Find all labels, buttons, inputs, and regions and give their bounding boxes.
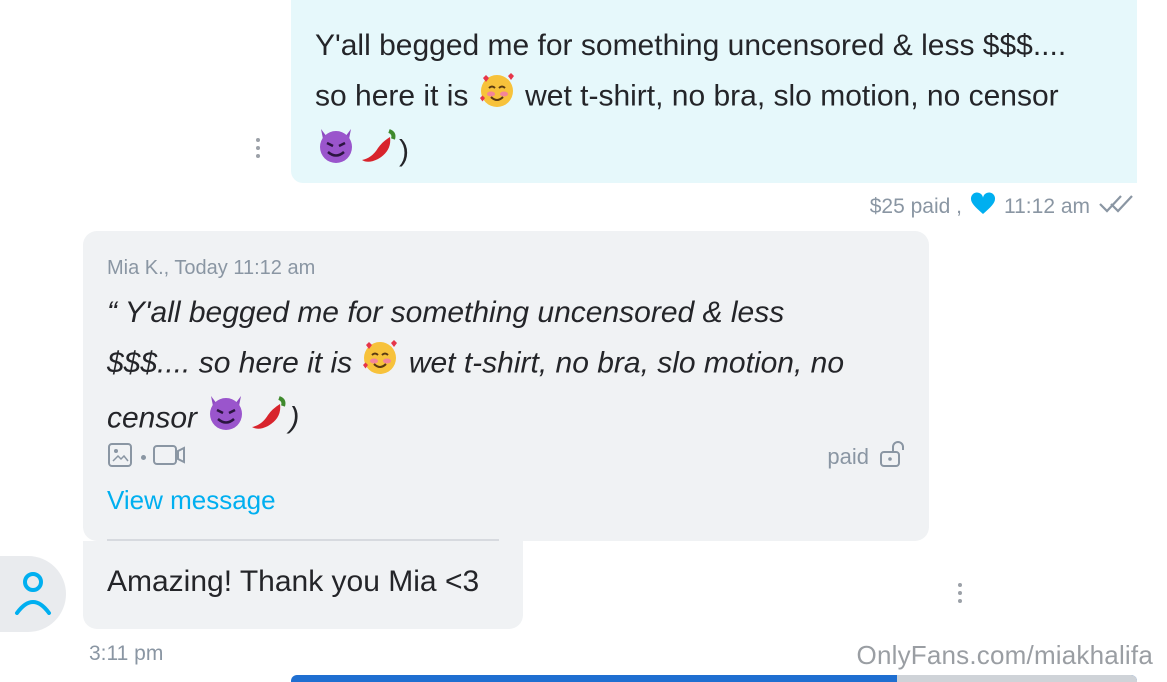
reply-more-options-icon[interactable] <box>958 583 962 603</box>
next-message-thumbnail <box>897 675 1137 682</box>
outgoing-line-2: so here it is wet t-shirt, no bra, slo m… <box>315 70 1113 125</box>
smiling-devil-icon <box>315 125 357 180</box>
outgoing-line-2-pre: so here it is <box>315 79 469 113</box>
media-separator-dot <box>141 455 146 460</box>
outgoing-more-options-icon[interactable] <box>256 138 260 158</box>
media-type-icons <box>107 441 186 474</box>
heart-icon[interactable] <box>970 192 996 222</box>
quote-line-2-post: wet t-shirt, no bra, slo motion, no <box>408 346 845 380</box>
smiling-face-with-hearts-icon <box>477 70 517 125</box>
outgoing-message-bubble[interactable]: Y'all begged me for something uncensored… <box>291 0 1137 183</box>
next-message-preview[interactable] <box>291 675 1137 682</box>
reply-message-bubble[interactable]: Amazing! Thank you Mia <3 <box>83 541 523 629</box>
watermark: OnlyFans.com/miakhalifa <box>856 640 1153 670</box>
quote-line-3-post: ) <box>289 401 300 435</box>
chat-thread: Y'all begged me for something uncensored… <box>0 0 1167 682</box>
hot-pepper-icon <box>249 392 289 447</box>
outgoing-line-2-post: wet t-shirt, no bra, slo motion, no cens… <box>525 79 1059 113</box>
quote-line-1: “ Y'all begged me for something uncensor… <box>107 296 785 329</box>
outgoing-line-1: Y'all begged me for something uncensored… <box>315 29 1067 62</box>
smiling-face-with-hearts-icon <box>360 337 400 392</box>
smiling-devil-icon <box>205 392 247 447</box>
outgoing-timestamp: 11:12 am <box>1004 195 1090 218</box>
avatar[interactable] <box>0 556 66 632</box>
reply-timestamp: 3:11 pm <box>89 642 164 665</box>
video-icon <box>152 441 186 474</box>
outgoing-line-3-post: ) <box>399 134 409 168</box>
quote-line-2: $$$.... so here it is wet t-shirt, no br… <box>107 337 897 392</box>
hot-pepper-icon <box>359 125 399 180</box>
double-check-icon <box>1098 193 1134 221</box>
image-icon <box>107 441 135 474</box>
price-paid-label: $25 paid , <box>869 195 962 218</box>
view-message-link[interactable]: View message <box>107 485 276 516</box>
quote-line-3: censor) <box>107 392 897 447</box>
quote-line-3-pre: censor <box>107 401 198 435</box>
paid-label: paid <box>827 444 869 469</box>
incoming-quoted-message-bubble[interactable]: Mia K., Today 11:12 am “ Y'all begged me… <box>83 231 929 541</box>
reply-message-text: Amazing! Thank you Mia <3 <box>107 565 480 598</box>
outgoing-line-3: ) <box>315 125 1113 180</box>
outgoing-meta: $25 paid , 11:12 am <box>870 192 1134 222</box>
user-icon <box>13 569 53 620</box>
unlocked-icon <box>879 439 905 475</box>
quoted-sender-timestamp: Mia K., Today 11:12 am <box>107 257 316 279</box>
quote-line-2-pre: $$$.... so here it is <box>107 346 353 380</box>
quoted-message-text: “ Y'all begged me for something uncensor… <box>107 289 897 447</box>
paid-status: paid <box>827 439 905 475</box>
